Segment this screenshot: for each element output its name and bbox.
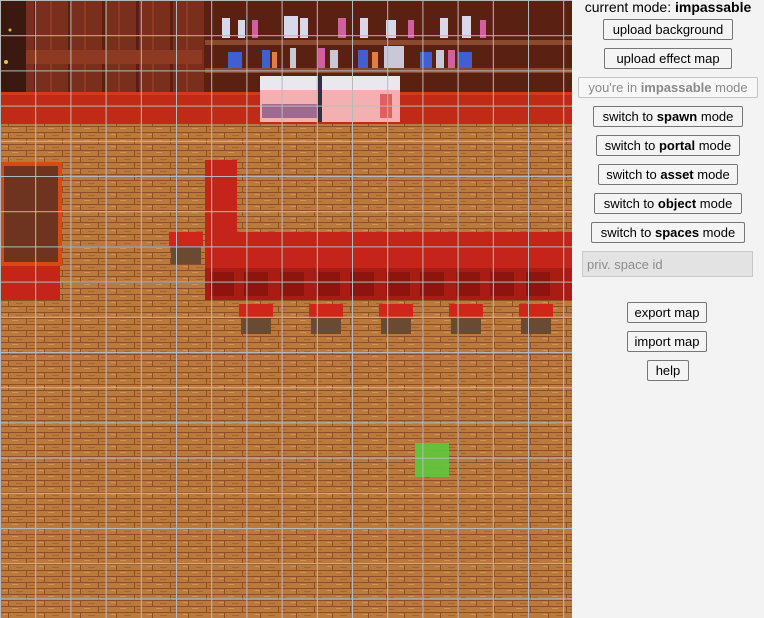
upload-background-button[interactable]: upload background xyxy=(603,19,733,40)
help-button[interactable]: help xyxy=(647,360,689,381)
export-map-button[interactable]: export map xyxy=(627,302,707,323)
switch-to-object-mode-button[interactable]: switch to object mode xyxy=(594,193,742,214)
current-mode-prefix: current mode: xyxy=(584,0,675,15)
current-mode-label: current mode: impassable xyxy=(572,0,764,15)
private-space-id-input[interactable] xyxy=(582,251,753,277)
tile-grid[interactable] xyxy=(0,0,572,618)
current-mode-button: you're in impassable mode xyxy=(578,77,758,98)
current-mode-value: impassable xyxy=(675,0,752,15)
switch-to-spaces-mode-button[interactable]: switch to spaces mode xyxy=(591,222,745,243)
switch-to-spawn-mode-button[interactable]: switch to spawn mode xyxy=(593,106,743,127)
side-panel: current mode: impassable upload backgrou… xyxy=(572,0,764,618)
switch-to-portal-mode-button[interactable]: switch to portal mode xyxy=(596,135,740,156)
switch-to-asset-mode-button[interactable]: switch to asset mode xyxy=(598,164,738,185)
upload-effect-map-button[interactable]: upload effect map xyxy=(604,48,732,69)
map-editor-svg[interactable] xyxy=(0,0,572,618)
import-map-button[interactable]: import map xyxy=(627,331,707,352)
map-canvas[interactable] xyxy=(0,0,572,618)
